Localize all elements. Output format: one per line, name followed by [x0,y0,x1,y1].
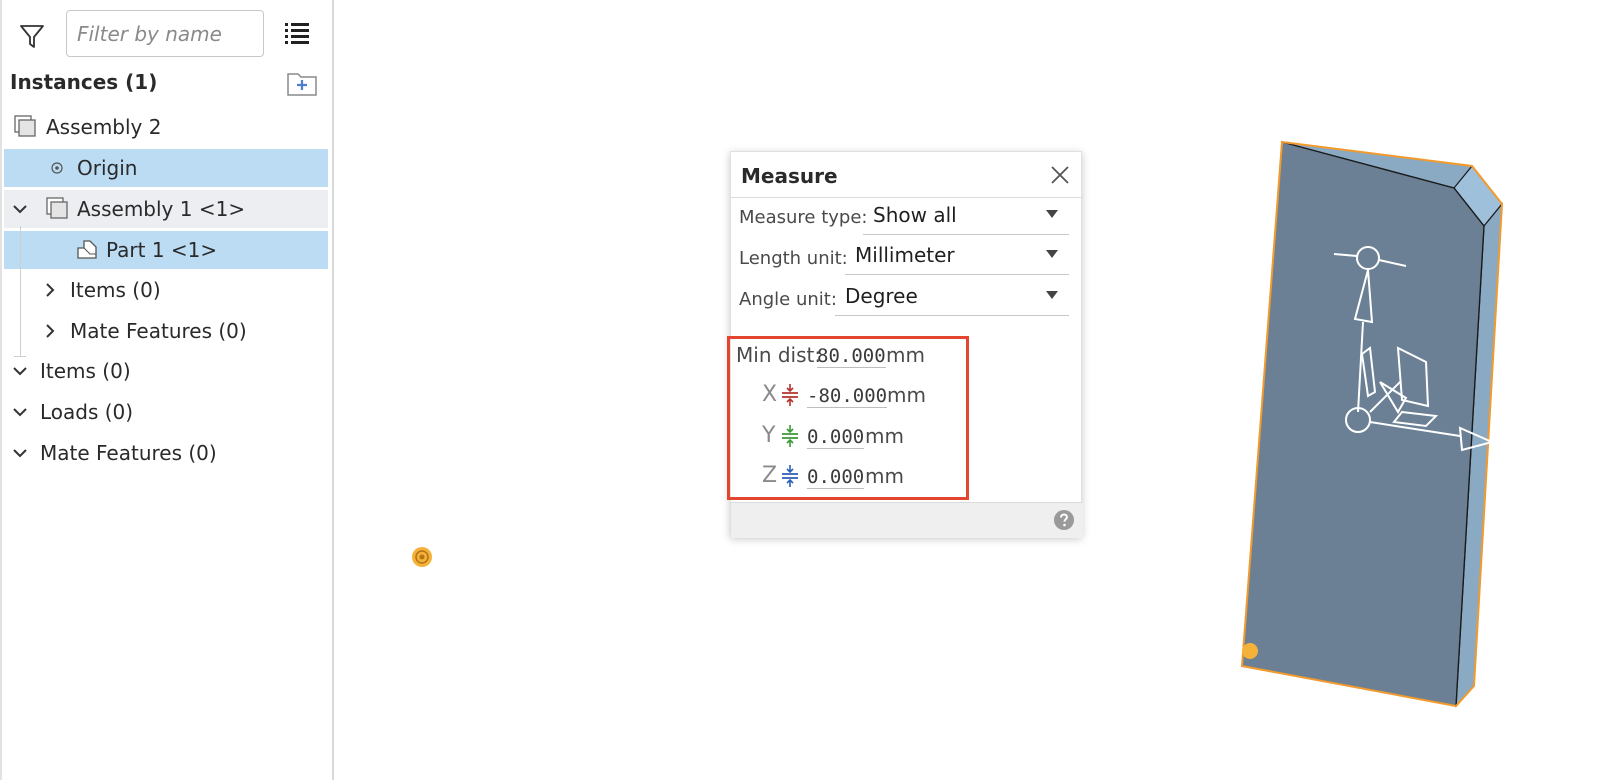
y-distance-icon [782,425,798,447]
tree-item-label: Origin [77,156,138,180]
close-icon[interactable] [1049,164,1071,186]
dropdown-arrow-icon [1046,291,1058,299]
x-distance-unit: mm [887,383,926,407]
z-axis-label: Z [762,463,778,488]
dropdown-arrow-icon [1046,250,1058,258]
tree-item-part-1[interactable]: Part 1 <1> [4,231,328,269]
tree-item-label: Loads (0) [40,400,134,424]
angle-unit-label: Angle unit: [739,289,837,310]
chevron-down-icon[interactable] [12,445,28,461]
tree-item-mate-features[interactable]: Mate Features (0) [4,434,328,472]
dropdown-arrow-icon [1046,210,1058,218]
min-dist-unit: mm [886,343,925,367]
x-distance-value[interactable]: -80.000 [807,385,888,408]
tree-item-label: Items (0) [40,359,131,383]
z-distance-value[interactable]: 0.000 [807,466,865,489]
assembly-icon [46,197,68,219]
filter-icon[interactable] [18,22,46,50]
chevron-down-icon[interactable] [12,201,28,217]
origin-icon [51,162,63,174]
measure-results-highlight: Min dist: 80.000 mm X -80.000 mm Y 0.000… [727,336,969,500]
min-dist-label: Min dist: [736,343,822,367]
tree-item-label: Assembly 2 [46,115,162,139]
tree-item-assembly-1[interactable]: Assembly 1 <1> [4,190,328,228]
tree-item-mate-features-nested[interactable]: Mate Features (0) [4,312,328,350]
instances-header: Instances (1) [10,70,158,94]
z-distance-unit: mm [865,464,904,488]
dialog-title: Measure [741,164,838,188]
chevron-right-icon[interactable] [42,282,58,298]
tree-item-label: Part 1 <1> [106,238,218,262]
tree-item-items-nested[interactable]: Items (0) [4,271,328,309]
chevron-down-icon[interactable] [12,404,28,420]
new-folder-icon[interactable] [286,70,318,98]
min-dist-value[interactable]: 80.000 [817,345,886,368]
y-axis-label: Y [762,423,776,448]
measure-type-label: Measure type: [739,207,868,228]
help-icon[interactable] [1053,509,1075,531]
length-unit-value: Millimeter [855,242,955,267]
chevron-down-icon[interactable] [12,363,28,379]
angle-unit-value: Degree [845,283,918,308]
length-unit-select[interactable]: Millimeter [845,235,1069,275]
y-distance-value[interactable]: 0.000 [807,426,865,449]
measure-dialog: Measure Measure type: Show all Length un… [727,151,1083,538]
tree-item-loads[interactable]: Loads (0) [4,393,328,431]
origin-point-icon[interactable] [410,545,434,569]
measure-type-select[interactable]: Show all [863,195,1069,235]
assembly-icon [14,115,36,137]
dialog-footer [731,502,1083,538]
filter-input[interactable] [66,10,264,57]
angle-unit-select[interactable]: Degree [835,276,1069,316]
part-icon [77,240,97,259]
tree-item-items[interactable]: Items (0) [4,352,328,390]
part-3d-model[interactable] [1230,136,1590,726]
z-distance-icon [782,465,798,487]
x-axis-label: X [762,382,778,407]
length-unit-label: Length unit: [739,248,848,269]
tree-item-label: Mate Features (0) [70,319,247,343]
tree-item-origin[interactable]: Origin [4,149,328,187]
list-view-icon[interactable] [284,20,310,46]
tree-item-label: Mate Features (0) [40,441,217,465]
instance-list-panel: Instances (1) Assembly 2 Origin Assembly… [0,0,334,780]
tree-item-label: Assembly 1 <1> [77,197,246,221]
tree-item-label: Items (0) [70,278,161,302]
chevron-right-icon[interactable] [42,323,58,339]
tree-item-assembly-2[interactable]: Assembly 2 [4,108,328,146]
y-distance-unit: mm [865,424,904,448]
x-distance-icon [782,384,798,406]
measure-type-value: Show all [873,202,957,227]
